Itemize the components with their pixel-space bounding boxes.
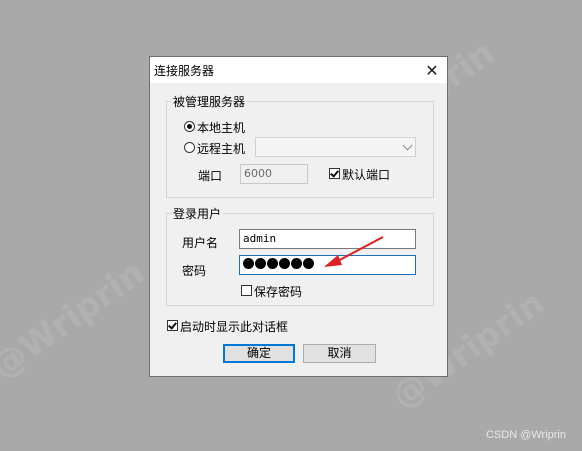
password-mask <box>243 258 314 269</box>
password-dot <box>255 258 266 269</box>
show-on-startup-label[interactable]: 启动时显示此对话框 <box>180 318 288 335</box>
port-value: 6000 <box>244 167 272 180</box>
port-input[interactable]: 6000 <box>240 164 308 184</box>
show-on-startup-checkbox[interactable] <box>167 320 178 331</box>
close-icon[interactable]: ✕ <box>417 57 447 83</box>
password-dot <box>279 258 290 269</box>
diagonal-watermark: @Wriprin <box>0 253 152 387</box>
ok-button[interactable]: 确定 <box>223 344 295 363</box>
password-dot <box>267 258 278 269</box>
username-label: 用户名 <box>182 236 219 250</box>
watermark-text: CSDN @Wriprin <box>485 429 566 441</box>
group-label: 被管理服务器 <box>171 93 248 110</box>
local-host-radio[interactable] <box>184 121 195 132</box>
chevron-down-icon[interactable] <box>402 140 413 151</box>
dialog-title: 连接服务器 <box>154 64 215 78</box>
remote-host-combo[interactable] <box>255 137 416 157</box>
password-label: 密码 <box>182 264 207 278</box>
remote-host-radio[interactable] <box>184 142 195 153</box>
remote-host-label[interactable]: 远程主机 <box>197 140 245 157</box>
red-arrow-icon <box>324 236 384 267</box>
cancel-button[interactable]: 取消 <box>303 344 376 363</box>
connect-server-dialog: 连接服务器 ✕ 被管理服务器 本地主机 远程主机 端口 6000 默认端口 登录… <box>149 56 448 377</box>
default-port-checkbox[interactable] <box>329 168 340 179</box>
port-label: 端口 <box>198 169 223 183</box>
password-dot <box>243 258 254 269</box>
save-password-checkbox[interactable] <box>241 285 252 296</box>
title-bar[interactable]: 连接服务器 ✕ <box>150 57 447 83</box>
group-label: 登录用户 <box>171 205 224 222</box>
password-dot <box>303 258 314 269</box>
default-port-label[interactable]: 默认端口 <box>342 166 390 183</box>
local-host-label[interactable]: 本地主机 <box>197 119 245 136</box>
username-value: admin <box>243 232 277 245</box>
password-dot <box>291 258 302 269</box>
save-password-label[interactable]: 保存密码 <box>254 283 302 300</box>
